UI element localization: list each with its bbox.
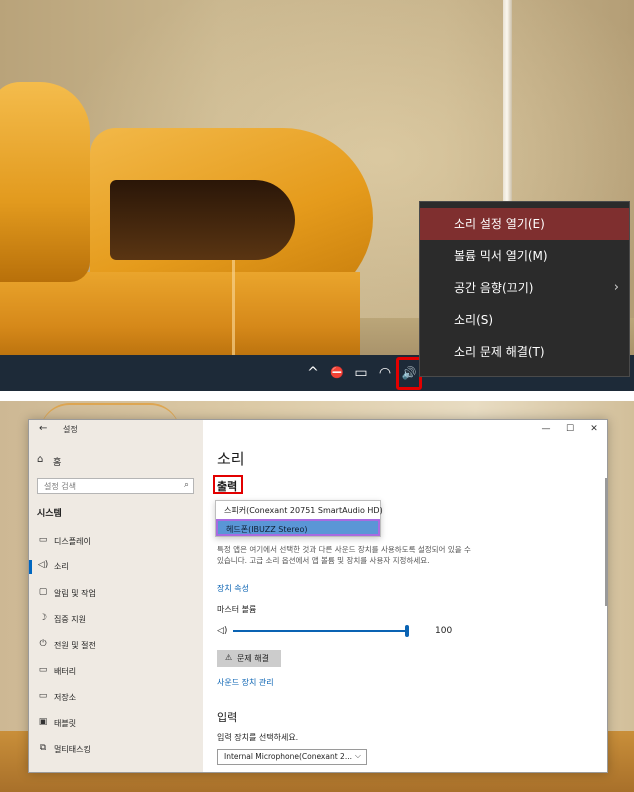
settings-main-pane: — ☐ ✕ 소리 출력 스피커(Conexant 20751 SmartAudi… xyxy=(203,420,607,772)
speaker-icon: ◁) xyxy=(37,560,49,570)
output-device-option-headphones[interactable]: 헤드폰(IBUZZ Stereo) xyxy=(216,519,380,536)
settings-screenshot: ← 설정 ⌂ 홈 설정 검색 ⌕ 시스템 ▭ 디스플레이 ◁) 소리 ▢ 알림 … xyxy=(0,401,634,792)
menu-item-label: 소리(S) xyxy=(454,313,494,327)
sidebar-item-label: 멀티태스킹 xyxy=(54,745,91,754)
sidebar-item-tablet[interactable]: ▣ 태블릿 xyxy=(29,713,203,735)
output-description: 특정 앱은 여기에서 선택한 것과 다른 사운드 장치를 사용하도록 설정되어 … xyxy=(217,545,471,565)
moon-icon: ☽ xyxy=(38,613,48,623)
search-input[interactable]: 설정 검색 ⌕ xyxy=(37,478,194,494)
settings-window: ← 설정 ⌂ 홈 설정 검색 ⌕ 시스템 ▭ 디스플레이 ◁) 소리 ▢ 알림 … xyxy=(28,419,608,773)
master-volume-label: 마스터 볼륨 xyxy=(217,605,257,614)
wallpaper-sofa-opening xyxy=(110,180,295,260)
sidebar-section-title: 시스템 xyxy=(37,509,62,519)
menu-item-label: 공간 음향(끄기) xyxy=(454,281,534,295)
back-arrow-icon[interactable]: ← xyxy=(39,423,47,434)
sidebar-item-power[interactable]: ⏻ 전원 및 절전 xyxy=(29,635,203,657)
sidebar-item-storage[interactable]: ▭ 저장소 xyxy=(29,687,203,709)
sidebar-home-label[interactable]: 홈 xyxy=(53,455,61,468)
window-title: 설정 xyxy=(63,425,78,434)
menu-item-sounds[interactable]: 소리(S) xyxy=(420,304,629,336)
warning-icon: ⚠ xyxy=(225,653,233,662)
notification-icon: ▢ xyxy=(38,587,48,597)
output-device-option-speaker[interactable]: 스피커(Conexant 20751 SmartAudio HD) xyxy=(216,502,383,519)
battery-icon: ▭ xyxy=(38,665,48,675)
wifi-icon[interactable]: ◠ xyxy=(376,364,394,382)
scrollbar[interactable] xyxy=(605,478,607,606)
power-icon: ⏻ xyxy=(39,639,47,649)
search-icon: ⌕ xyxy=(183,480,189,490)
speaker-icon[interactable]: ◁) xyxy=(217,626,227,636)
network-off-icon[interactable]: ⛔ xyxy=(328,364,346,382)
sidebar-item-label: 알림 및 작업 xyxy=(54,589,96,598)
search-placeholder: 설정 검색 xyxy=(44,482,76,491)
troubleshoot-button[interactable]: ⚠ 문제 해결 xyxy=(217,650,281,667)
sidebar-item-battery[interactable]: ▭ 배터리 xyxy=(29,661,203,683)
tablet-icon: ▣ xyxy=(38,717,48,727)
sidebar-item-focus-assist[interactable]: ☽ 집중 지원 xyxy=(29,609,203,631)
selection-indicator xyxy=(29,560,32,574)
home-icon[interactable]: ⌂ xyxy=(37,454,43,465)
menu-item-open-volume-mixer[interactable]: 볼륨 믹서 열기(M) xyxy=(420,240,629,272)
wallpaper-sofa-seat xyxy=(0,272,360,362)
monitor-icon: ▭ xyxy=(38,535,48,545)
sidebar-item-label: 배터리 xyxy=(54,667,77,676)
desktop-screenshot: ^ ⛔ ▭ ◠ 🔊 소리 설정 열기(E) 볼륨 믹서 열기(M) 공간 음향(… xyxy=(0,0,634,391)
sidebar-item-notifications[interactable]: ▢ 알림 및 작업 xyxy=(29,583,203,605)
multitask-icon: ⧉ xyxy=(39,743,47,753)
menu-item-spatial-sound[interactable]: 공간 음향(끄기) › xyxy=(420,272,629,304)
minimize-button[interactable]: — xyxy=(539,424,553,434)
sidebar-item-label: 태블릿 xyxy=(54,719,77,728)
sidebar-item-label: 저장소 xyxy=(54,693,77,702)
menu-item-troubleshoot[interactable]: 소리 문제 해결(T) xyxy=(420,336,629,368)
menu-item-label: 소리 설정 열기(E) xyxy=(454,217,545,231)
sidebar-item-label: 디스플레이 xyxy=(54,537,91,546)
wallpaper-sofa-seam xyxy=(232,260,235,360)
sidebar-item-label: 전원 및 절전 xyxy=(54,641,96,650)
storage-icon: ▭ xyxy=(38,691,48,701)
sidebar-item-label: 집중 지원 xyxy=(54,615,86,624)
maximize-button[interactable]: ☐ xyxy=(563,424,577,434)
manage-sound-devices-link[interactable]: 사운드 장치 관리 xyxy=(217,677,274,688)
sidebar-item-multitasking[interactable]: ⧉ 멀티태스킹 xyxy=(29,739,203,761)
volume-slider-thumb[interactable] xyxy=(405,625,409,637)
output-device-dropdown-list: 스피커(Conexant 20751 SmartAudio HD) 헤드폰(IB… xyxy=(215,500,383,537)
output-heading-highlight: 출력 xyxy=(213,475,243,494)
input-device-select[interactable]: Internal Microphone(Conexant 2... ⌵ xyxy=(217,749,367,765)
settings-sidebar: ← 설정 ⌂ 홈 설정 검색 ⌕ 시스템 ▭ 디스플레이 ◁) 소리 ▢ 알림 … xyxy=(29,420,203,772)
output-heading: 출력 xyxy=(217,480,238,493)
page-title: 소리 xyxy=(217,450,245,468)
chevron-up-icon[interactable]: ^ xyxy=(304,364,322,382)
chevron-down-icon: ⌵ xyxy=(354,751,361,760)
close-button[interactable]: ✕ xyxy=(587,424,601,434)
input-device-label: 입력 장치를 선택하세요. xyxy=(217,733,299,742)
battery-icon[interactable]: ▭ xyxy=(352,364,370,382)
sidebar-item-label: 소리 xyxy=(54,562,69,571)
sidebar-item-display[interactable]: ▭ 디스플레이 xyxy=(29,531,203,553)
menu-item-open-sound-settings[interactable]: 소리 설정 열기(E) xyxy=(420,208,629,240)
chevron-right-icon: › xyxy=(613,280,619,295)
input-device-value: Internal Microphone(Conexant 2... xyxy=(224,752,352,761)
wallpaper-sofa-cushion xyxy=(0,82,90,282)
device-properties-link[interactable]: 장치 속성 xyxy=(217,583,249,594)
volume-slider-fill xyxy=(233,630,407,632)
sidebar-item-sound[interactable]: ◁) 소리 xyxy=(29,556,203,578)
volume-value: 100 xyxy=(435,626,453,636)
menu-item-label: 볼륨 믹서 열기(M) xyxy=(454,249,548,263)
troubleshoot-label: 문제 해결 xyxy=(237,654,269,663)
menu-item-label: 소리 문제 해결(T) xyxy=(454,345,545,359)
input-heading: 입력 xyxy=(217,711,238,724)
speaker-context-menu: 소리 설정 열기(E) 볼륨 믹서 열기(M) 공간 음향(끄기) › 소리(S… xyxy=(419,201,630,377)
volume-slider[interactable] xyxy=(233,625,409,637)
